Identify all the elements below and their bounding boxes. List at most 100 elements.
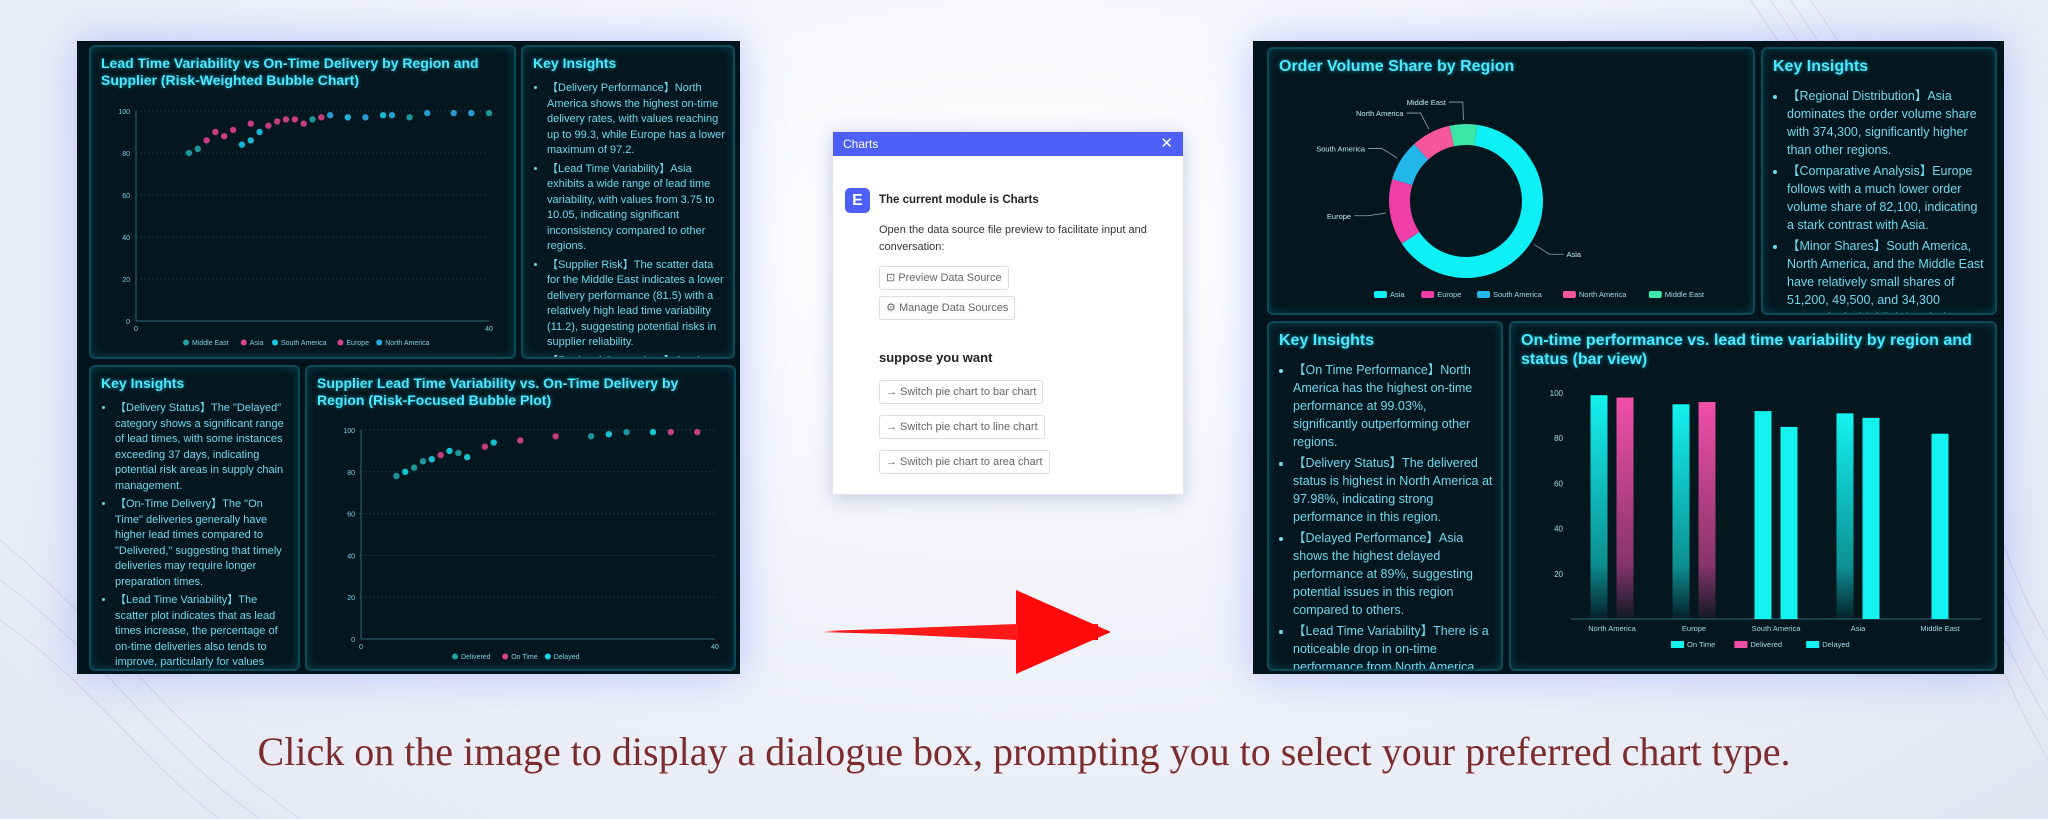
bar: [1862, 417, 1880, 619]
data-point: [247, 137, 254, 144]
manage-data-sources-button[interactable]: ⚙ Manage Data Sources: [879, 296, 1016, 320]
donut-slice: [1389, 179, 1420, 244]
insight-item: 【Lead Time Variability】There is a notice…: [1293, 622, 1493, 669]
legend-swatch: [183, 339, 189, 346]
data-point: [326, 112, 334, 119]
y-tick-label: 0: [126, 319, 130, 326]
preview-data-source-button[interactable]: ⊡ Preview Data Source: [879, 266, 1009, 290]
legend-swatch: [272, 339, 278, 346]
insight-item: 【Delivery Status】The "Delayed" category …: [115, 401, 290, 494]
legend-swatch: [1806, 641, 1820, 648]
data-point: [309, 116, 316, 123]
slice-leader-line: [1406, 112, 1430, 130]
data-point: [428, 456, 435, 463]
dialog-title: Charts: [843, 137, 879, 151]
data-point: [406, 114, 413, 121]
right-dashboard-screenshot[interactable]: Order Volume Share by Region Asia Europe S…: [1253, 41, 2004, 674]
suggestion-area-chart[interactable]: → Switch pie chart to area chart: [879, 450, 1050, 474]
slice-label: Asia: [1566, 250, 1581, 259]
legend-label: Middle East: [192, 340, 229, 347]
x-tick-label: 0: [359, 644, 363, 651]
x-tick-label: 40: [485, 326, 493, 333]
x-tick-label: 0: [134, 326, 138, 333]
suggestion-bar-chart[interactable]: → Switch pie chart to bar chart: [879, 380, 1044, 404]
insights-list: 【Delivery Performance】North America show…: [533, 81, 725, 358]
data-point: [468, 109, 475, 117]
data-point: [446, 447, 453, 455]
legend-swatch: [452, 653, 458, 660]
bar: [1590, 395, 1608, 619]
legend-label: On Time: [511, 654, 538, 661]
insight-item: 【Delivery Status】The delivered status is…: [1293, 454, 1493, 526]
legend-label: Europe: [346, 340, 369, 347]
insights-card-top-right: Key Insights 【Regional Distribution】Asia…: [1761, 47, 1997, 315]
y-tick-label: 60: [347, 512, 355, 519]
insight-item: 【On-Time Delivery】The "On Time" deliveri…: [115, 497, 290, 590]
legend-swatch: [502, 653, 509, 660]
y-tick-label: 20: [122, 277, 130, 284]
data-point: [410, 464, 418, 471]
legend-swatch: [1648, 291, 1662, 298]
close-icon[interactable]: ✕: [1160, 132, 1173, 156]
manage-button-label: Manage Data Sources: [898, 302, 1009, 314]
data-point: [318, 114, 325, 121]
data-point: [300, 120, 307, 127]
y-tick-label: 60: [1554, 479, 1563, 488]
data-point: [247, 120, 254, 127]
legend-swatch: [544, 653, 551, 660]
left-dashboard-screenshot[interactable]: Lead Time Variability vs On-Time Deliver…: [77, 41, 740, 674]
slice-leader-line: [1368, 148, 1398, 159]
x-category-label: Middle East: [1920, 624, 1960, 633]
bubble-chart-svg: 100 80 60 40 20 00 40 Middle East Asia South Amer…: [118, 109, 493, 347]
data-point: [265, 122, 272, 129]
bar: [1672, 404, 1690, 619]
legend-label: North America: [385, 340, 429, 347]
data-point: [344, 114, 351, 121]
bar: [1836, 413, 1854, 619]
legend-label: Delivered: [1750, 640, 1782, 649]
y-tick-label: 100: [1550, 389, 1564, 398]
insights-list: 【Delivery Status】The "Delayed" category …: [101, 401, 290, 669]
y-tick-label: 80: [347, 470, 355, 477]
legend-label: On Time: [1687, 640, 1715, 649]
legend-label: Asia: [250, 340, 264, 347]
bubble-plot-card: Supplier Lead Time Variability vs. On-Ti…: [305, 365, 736, 671]
dialog-header: Charts ✕: [833, 132, 1183, 156]
bar: [1931, 433, 1949, 619]
insights-list: 【On Time Performance】North America has t…: [1279, 361, 1493, 669]
legend-swatch: [337, 339, 344, 346]
suggestion-line-chart[interactable]: → Switch pie chart to line chart: [879, 415, 1045, 439]
data-point: [485, 109, 493, 117]
data-point: [291, 116, 299, 123]
insight-item: 【Regional Comparison】South: [547, 354, 725, 358]
slice-leader-line: [1354, 212, 1386, 217]
data-point: [402, 468, 409, 475]
data-point: [437, 451, 444, 459]
slice-label: South America: [1316, 145, 1366, 154]
insights-card-top-right: Key Insights 【Delivery Performance】North…: [521, 45, 735, 359]
data-point: [388, 112, 396, 119]
data-point: [649, 428, 657, 436]
legend-label: South America: [1493, 290, 1543, 299]
insight-item: 【Minor Shares】South America, North Ameri…: [1787, 237, 1987, 313]
bar-chart-card: On-time performance vs. lead time variab…: [1509, 321, 1997, 671]
arrow-right-icon: [822, 590, 1111, 674]
bubble-plot-svg: 100 80 60 40 20 00 40 Delivered On Time Delayed: [343, 428, 719, 661]
data-point: [274, 118, 281, 125]
data-point: [194, 145, 201, 152]
instruction-caption: Click on the image to display a dialogue…: [257, 729, 1791, 774]
y-tick-label: 100: [343, 428, 355, 435]
legend-swatch: [240, 339, 247, 346]
data-point: [256, 128, 263, 136]
y-tick-label: 0: [351, 637, 355, 644]
legend-label: North America: [1579, 290, 1627, 299]
insight-item: 【Comparative Analysis】Europe follows wit…: [1787, 162, 1987, 234]
insight-item: 【On Time Performance】North America has t…: [1293, 361, 1493, 451]
module-text: The current module is Charts: [879, 194, 1039, 206]
insights-title: Key Insights: [533, 55, 617, 71]
legend-swatch: [1421, 291, 1435, 298]
bar: [1780, 426, 1798, 619]
insights-title: Key Insights: [1773, 58, 1869, 75]
insights-title: Key Insights: [1279, 332, 1375, 349]
data-point: [379, 112, 387, 119]
